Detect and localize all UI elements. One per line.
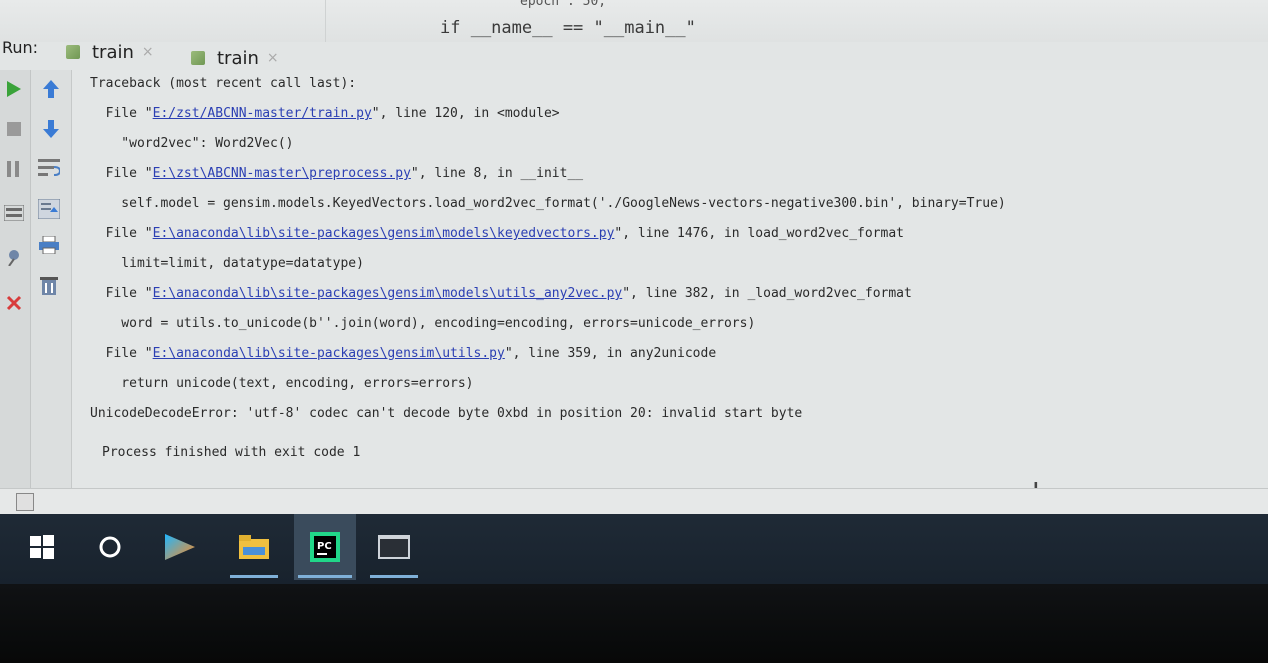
console-line: "word2vec": Word2Vec() [90,136,294,151]
windows-taskbar: PC [0,514,1268,584]
console-line: UnicodeDecodeError: 'utf-8' codec can't … [90,406,802,421]
python-run-icon [66,45,80,59]
soft-wrap-icon[interactable] [37,156,61,178]
console-line: File "E:\anaconda\lib\site-packages\gens… [90,226,904,241]
console-line: return unicode(text, encoding, errors=er… [90,376,474,391]
console-text: ", line 382, in _load_word2vec_format [622,286,912,301]
console-text: return unicode(text, encoding, errors=er… [90,376,474,391]
python-run-icon [191,51,205,65]
taskbar-active-indicator [298,575,352,578]
console-text: ", line 1476, in load_word2vec_format [614,226,904,241]
editor-strip: epoch : 50, if __name__ == "__main__" [0,0,1268,43]
scroll-to-end-icon[interactable] [37,198,61,220]
console-text: "word2vec": Word2Vec() [90,136,294,151]
file-path-link[interactable]: E:\zst\ABCNN-master\preprocess.py [153,166,411,181]
windows-start-icon[interactable] [22,514,62,580]
console-text: limit=limit, datatype=datatype) [90,256,364,271]
console-text: ", line 8, in __init__ [410,166,584,181]
pycharm-icon[interactable]: PC [294,514,356,580]
run-tab-label: train [217,47,259,69]
file-explorer-icon[interactable] [226,514,282,580]
ide-window: epoch : 50, if __name__ == "__main__" Ru… [0,0,1268,600]
console-line: File "E:/zst/ABCNN-master/train.py", lin… [90,106,560,121]
file-path-link[interactable]: E:\anaconda\lib\site-packages\gensim\uti… [153,346,505,361]
console-line: Process finished with exit code 1 [102,445,360,460]
console-text: File " [90,346,153,361]
console-text: File " [90,106,153,121]
file-path-link[interactable]: E:/zst/ABCNN-master/train.py [153,106,372,121]
monitor-bezel [0,584,1268,663]
pin-icon[interactable] [2,246,26,268]
console-line: File "E:\anaconda\lib\site-packages\gens… [90,286,912,301]
close-icon[interactable] [2,292,26,314]
layout-icon[interactable] [2,202,26,224]
file-path-link[interactable]: E:\anaconda\lib\site-packages\gensim\mod… [153,226,615,241]
console-line: File "E:\anaconda\lib\site-packages\gens… [90,346,717,361]
run-tab-label: train [92,41,134,63]
run-icon[interactable] [2,78,26,100]
run-label: Run: [2,38,39,57]
close-icon[interactable]: × [267,50,279,66]
console-text: File " [90,166,153,181]
console-text: word = utils.to_unicode(b''.join(word), … [90,316,756,331]
console-line: limit=limit, datatype=datatype) [90,256,364,271]
console-output[interactable]: Traceback (most recent call last): File … [72,70,1268,488]
editor-code-peek-main[interactable]: if __name__ == "__main__" [440,18,696,38]
console-text: self.model = gensim.models.KeyedVectors.… [90,196,1006,211]
run-tab-train-1[interactable]: train × [60,38,160,66]
cortana-icon[interactable] [90,514,130,580]
console-text: ", line 120, in <module> [371,106,560,121]
console-text: File " [90,286,153,301]
stop-icon[interactable] [2,118,26,140]
console-line: self.model = gensim.models.KeyedVectors.… [90,196,1006,211]
console-text: ", line 359, in any2unicode [504,346,717,361]
console-line: Traceback (most recent call last): [90,76,356,91]
console-text: Process finished with exit code 1 [102,445,361,460]
console-line: word = utils.to_unicode(b''.join(word), … [90,316,755,331]
tool-window-toggle-icon[interactable] [16,493,34,511]
arrow-up-icon[interactable] [39,78,63,100]
run-tab-train-2[interactable]: train × [185,44,285,72]
trash-icon[interactable] [37,274,61,296]
close-icon[interactable]: × [142,44,154,60]
taskbar-active-indicator [230,575,278,578]
editor-code-peek-epoch: epoch : 50, [520,0,607,9]
media-player-icon[interactable] [156,514,202,580]
console-text: File " [90,226,153,241]
print-icon[interactable] [37,234,61,256]
console-line: File "E:\zst\ABCNN-master\preprocess.py"… [90,166,583,181]
pause-icon[interactable] [2,158,26,180]
run-toolbar [0,70,31,490]
terminal-icon[interactable] [366,514,422,580]
console-toolbar [31,70,72,490]
svg-text:PC: PC [317,541,332,552]
taskbar-active-indicator [370,575,418,578]
arrow-down-icon[interactable] [39,118,63,140]
console-text: Traceback (most recent call last): [90,76,357,91]
ide-status-strip [0,488,1268,515]
console-text: UnicodeDecodeError: 'utf-8' codec can't … [90,406,803,421]
file-path-link[interactable]: E:\anaconda\lib\site-packages\gensim\mod… [153,286,623,301]
editor-gutter-line [325,0,326,42]
run-tool-header: Run: train × train × [0,38,1268,72]
